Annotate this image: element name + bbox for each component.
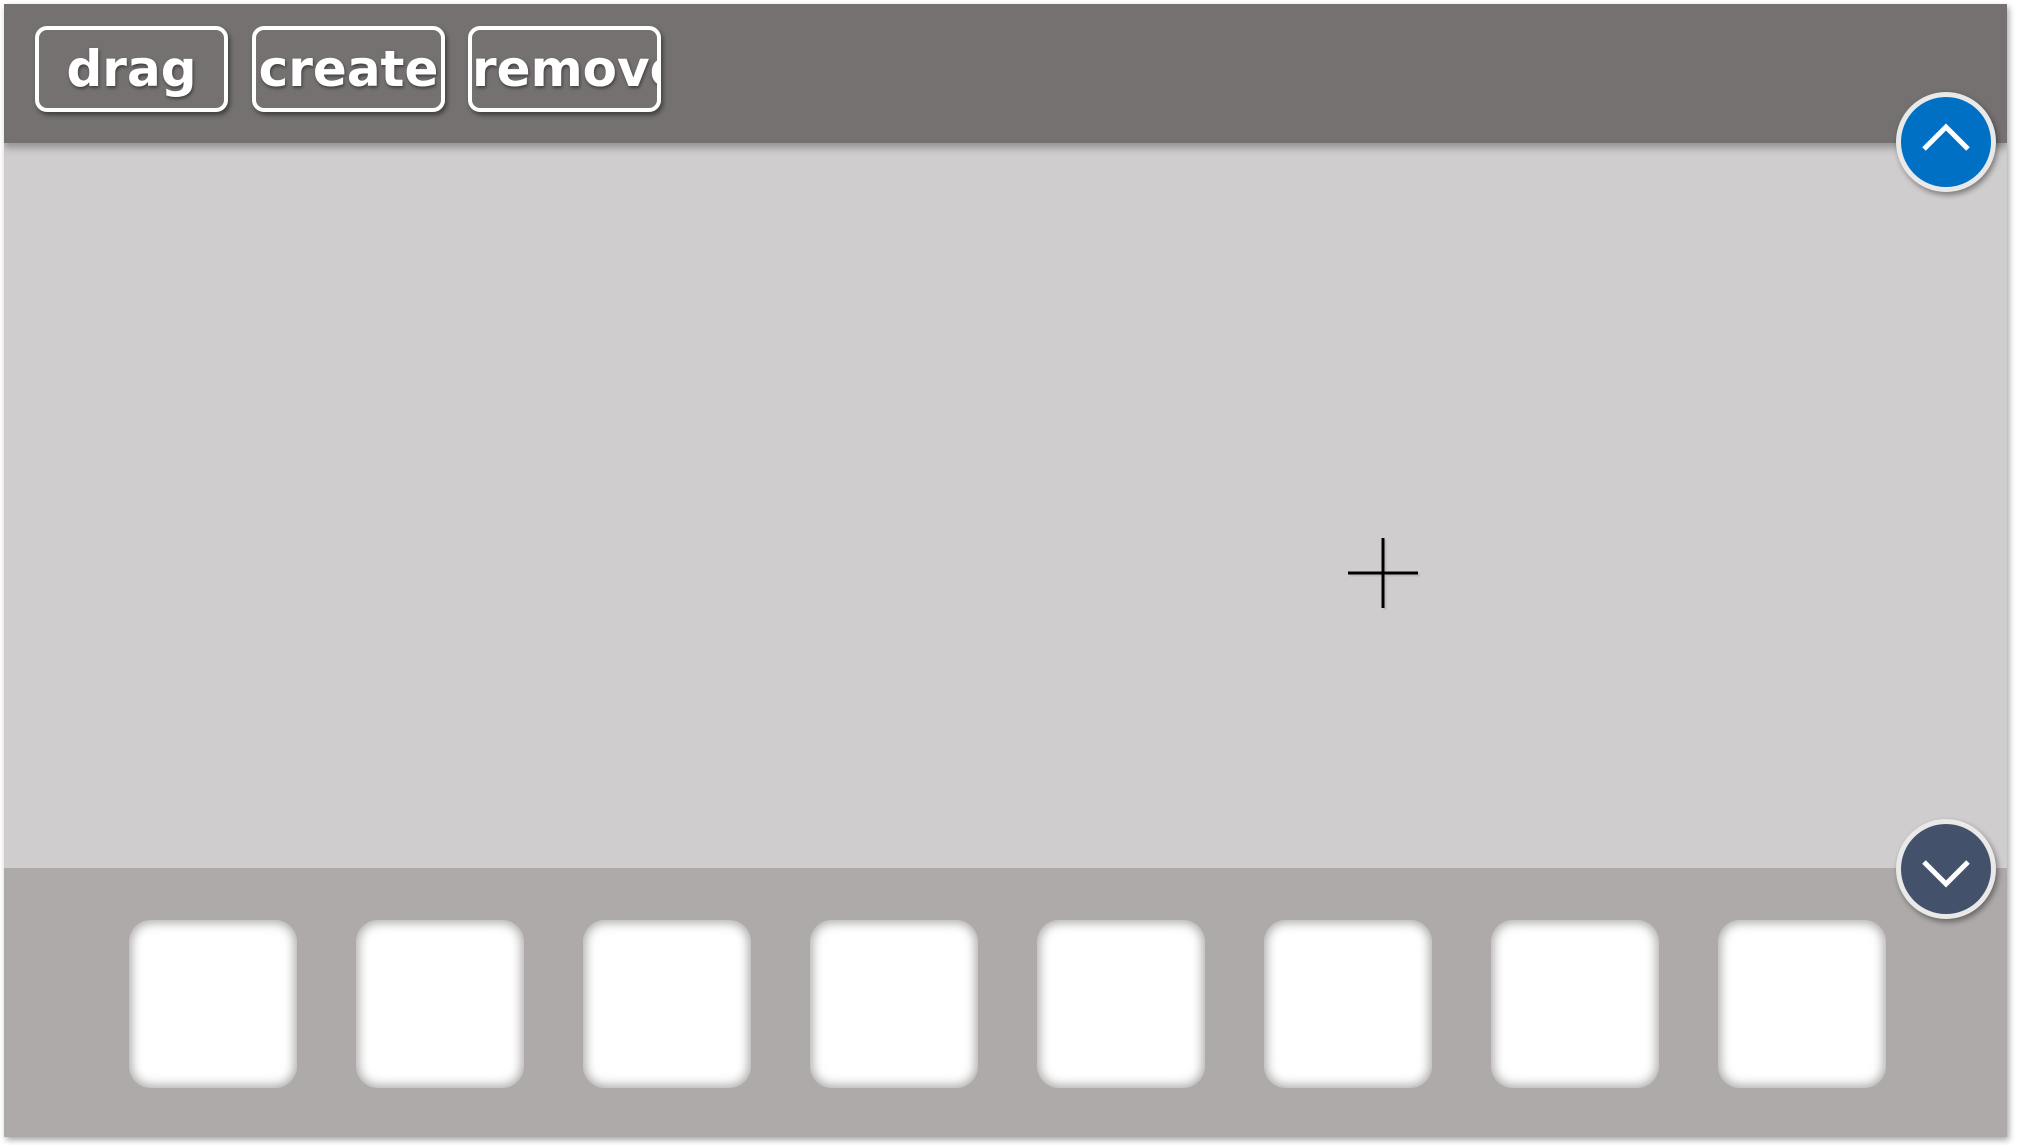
scroll-up-button[interactable] xyxy=(1896,92,1996,192)
tray-slot[interactable] xyxy=(356,920,524,1088)
chevron-up-icon xyxy=(1922,123,1970,151)
toolbar: drag create remove xyxy=(4,4,2007,143)
tray-slot[interactable] xyxy=(1718,920,1886,1088)
tray-slot[interactable] xyxy=(1264,920,1432,1088)
tray-slot[interactable] xyxy=(810,920,978,1088)
tray-slot[interactable] xyxy=(129,920,297,1088)
crosshair-icon xyxy=(1348,538,1420,610)
create-button[interactable]: create xyxy=(252,26,445,112)
tray-slot[interactable] xyxy=(1491,920,1659,1088)
remove-button[interactable]: remove xyxy=(468,26,661,112)
drag-button[interactable]: drag xyxy=(35,26,228,112)
canvas-area[interactable] xyxy=(4,143,2007,868)
tray-slot[interactable] xyxy=(1037,920,1205,1088)
chevron-down-icon xyxy=(1922,860,1970,888)
scroll-down-button[interactable] xyxy=(1896,819,1996,919)
app-window: drag create remove xyxy=(4,4,2007,1137)
tray-slot[interactable] xyxy=(583,920,751,1088)
item-tray xyxy=(4,868,2007,1137)
